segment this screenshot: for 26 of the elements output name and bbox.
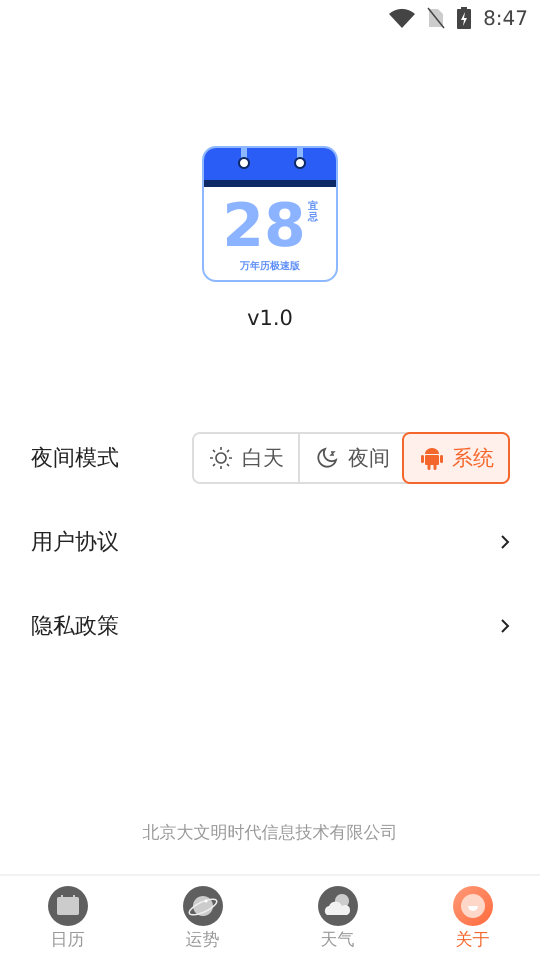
wifi-icon <box>389 8 416 28</box>
tab[interactable]: 关于 <box>432 876 512 960</box>
cloud-icon <box>318 886 358 926</box>
tab[interactable]: 天气 <box>298 876 378 960</box>
smile-icon <box>452 886 492 926</box>
menu-row[interactable]: 隐私政策 <box>0 584 540 668</box>
calendar-icon <box>48 886 88 926</box>
logo-date: 28 <box>222 194 306 256</box>
menu-row[interactable]: 用户协议 <box>0 500 540 584</box>
planet-icon <box>182 886 222 926</box>
chevron-right-icon <box>500 618 510 634</box>
logo-badge-text: 宜 忌 <box>308 200 318 222</box>
mode-option[interactable]: 系统 <box>404 434 508 482</box>
version-label: v1.0 <box>246 306 294 330</box>
chevron-right-icon <box>500 534 510 550</box>
sun-icon <box>208 445 234 471</box>
mode-option[interactable]: 白天 <box>194 434 298 482</box>
clock-time: 8:47 <box>483 6 528 30</box>
logo-caption: 万年历极速版 <box>240 260 300 272</box>
company-name: 北京大文明时代信息技术有限公司 <box>142 822 398 844</box>
android-icon <box>420 445 444 471</box>
battery-icon <box>457 7 472 29</box>
night-mode-label: 夜间模式 <box>31 445 119 473</box>
tab[interactable]: 日历 <box>28 876 108 960</box>
tab[interactable]: 运势 <box>162 876 242 960</box>
no-sim-icon <box>427 7 446 29</box>
